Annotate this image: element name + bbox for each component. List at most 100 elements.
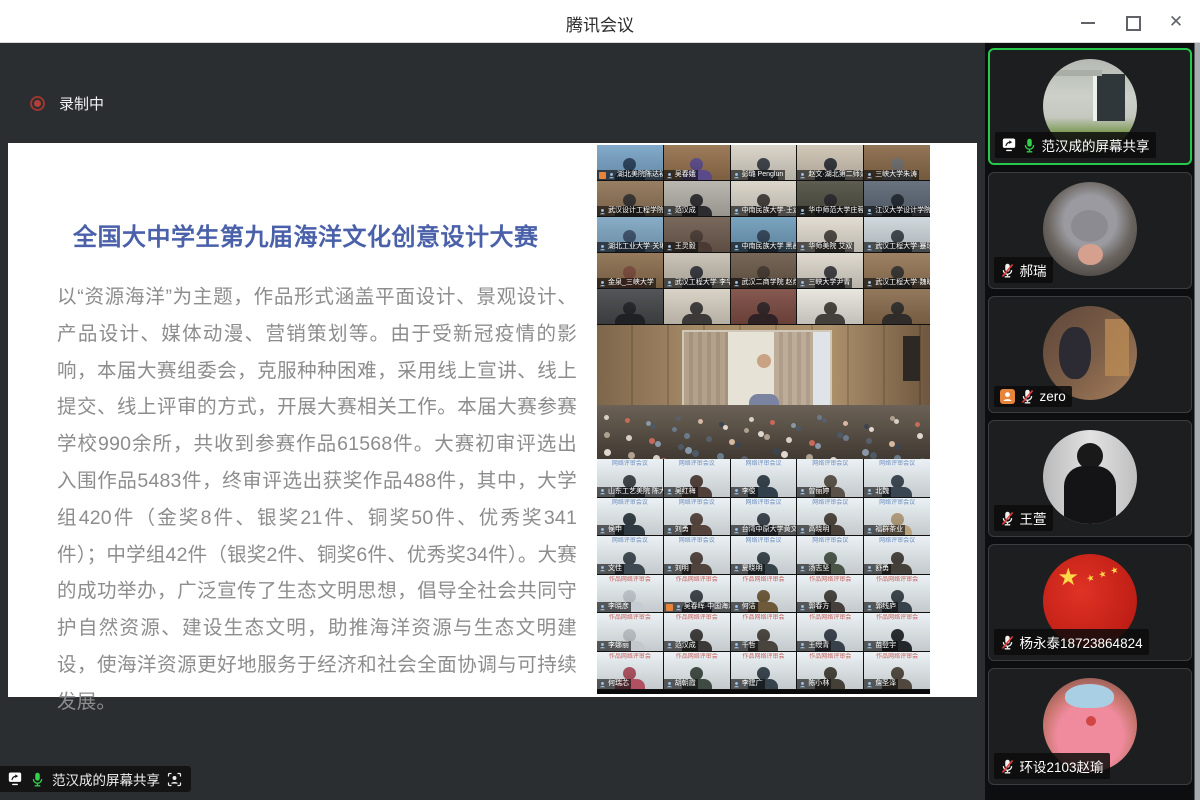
wall-tile: 作品网络评审会胡朝霞 (664, 652, 730, 690)
participant-avatar (1043, 182, 1137, 276)
tile-shade (664, 289, 730, 324)
wall-tile-label: 郭春方 (797, 602, 831, 612)
wall-tile-name: 刘明 (675, 564, 689, 574)
audience-head (604, 415, 609, 420)
person-icon (599, 565, 606, 572)
participant-tile-6[interactable]: 环设2103赵瑜 (988, 668, 1192, 785)
participant-tile-2[interactable]: 郝瑞 (988, 172, 1192, 289)
tile-backdrop-text: 网络评审会议 (664, 460, 730, 468)
audience-head (862, 449, 869, 456)
person-icon (666, 681, 673, 688)
wall-tile: 网络评审会议台湾中原大学黄文宗 (731, 498, 797, 536)
wall-tile-label: 武汉设计工程学院·王.. (597, 206, 663, 216)
wall-tile (664, 289, 730, 324)
audience (597, 405, 930, 459)
tile-backdrop-text: 网络评审会议 (731, 460, 797, 468)
wall-tile-label: 汤志坚 (797, 564, 831, 574)
wall-tile-name: 何洁 (742, 602, 756, 612)
person-icon (599, 681, 606, 688)
screen-share-banner[interactable]: 范汉成的屏幕共享 (0, 766, 191, 792)
audience-head (822, 418, 827, 423)
wall-tile: 武汉工程大学·李华卫 (664, 253, 730, 288)
person-icon (799, 604, 806, 611)
minimize-icon[interactable] (1080, 14, 1096, 30)
person-icon (866, 280, 873, 287)
wall-tile: 华中师范大学庄蓉 (797, 181, 863, 216)
person-icon (866, 172, 873, 179)
wall-tile-name: 武汉设计工程学院·王.. (608, 206, 663, 216)
wall-tile-label: 武汉工程大学·魏晗 (864, 278, 930, 288)
wall-tile: 华师美院 艾双 (797, 217, 863, 252)
audience-head (773, 448, 780, 455)
video-wall-bottom-grid: 网络评审会议山东工艺美院 陈大翔网络评审会议吴红梅网络评审会议李俊网络评审会议曾… (597, 459, 930, 690)
person-icon (599, 527, 606, 534)
wall-tile: 作品网络评审会苗登宇 (864, 613, 930, 651)
person-icon (799, 527, 806, 534)
participant-tile-1[interactable]: 范汉成的屏幕共享 (988, 48, 1192, 165)
tile-backdrop-text: 作品网络评审会 (797, 653, 863, 661)
tile-backdrop-text: 网络评审会议 (797, 537, 863, 545)
tile-shade (864, 289, 930, 324)
participant-name: 杨永泰18723864824 (1020, 632, 1143, 652)
wall-tile-label: 王绶青 (797, 641, 831, 651)
tile-backdrop-text: 作品网络评审会 (597, 614, 663, 622)
wall-tile-name: 舒勇 (875, 564, 889, 574)
wall-tile: 作品网络评审会何瑞芯 (597, 652, 663, 690)
wall-tile-label: 赵文·湖北第二师范.. (797, 170, 863, 180)
mic-muted-icon (1000, 635, 1015, 650)
person-icon (666, 172, 673, 179)
participants-sidebar: 范汉成的屏幕共享郝瑞 zero 王萱杨永泰18723864824 环设2103赵瑜 (985, 43, 1200, 800)
wall-tile-name: 曾丽婷 (808, 487, 829, 497)
audience-head (744, 428, 749, 433)
wall-tile-label: 胡朝霞 (664, 679, 698, 689)
wall-tile: 王灵毅 (664, 217, 730, 252)
person-icon (599, 280, 606, 287)
person-icon (666, 280, 673, 287)
participant-tile-4[interactable]: 王萱 (988, 420, 1192, 537)
participant-name: 王萱 (1020, 508, 1047, 528)
sidebar-scrollbar[interactable] (1194, 43, 1200, 800)
close-icon[interactable]: ✕ (1168, 14, 1184, 30)
wall-tile-name: 江汉大学设计学院·卢.. (875, 206, 930, 216)
person-icon (866, 681, 873, 688)
wall-tile: 彭璐 Penglun (731, 145, 797, 180)
window-controls: ✕ (1080, 0, 1184, 43)
wall-tile-name: 高晓明 (808, 525, 829, 535)
wall-tile-label: 郭线庐 (864, 602, 898, 612)
tile-backdrop-text: 网络评审会议 (664, 537, 730, 545)
main-area: 录制中 全国大中学生第九届海洋文化创意设计大赛 以“资源海洋”为主题，作品形式涵… (0, 43, 1200, 800)
tile-backdrop-text: 网络评审会议 (597, 537, 663, 545)
tile-backdrop-text: 网络评审会议 (664, 499, 730, 507)
maximize-icon[interactable] (1124, 14, 1140, 30)
titlebar: 腾讯会议 ✕ (0, 0, 1200, 43)
audience-head (809, 440, 815, 446)
wall-tile-label: 曾丽婷 (797, 487, 831, 497)
person-icon (733, 280, 740, 287)
wall-tile-label: 何洁 (731, 602, 758, 612)
tile-backdrop-text: 作品网络评审会 (797, 614, 863, 622)
person-icon (599, 244, 606, 251)
wall-tile (731, 289, 797, 324)
wall-tile (864, 289, 930, 324)
wall-tile-name: 中南民族大学 黑晨曦 (742, 242, 797, 252)
wall-tile-name: 王绶青 (808, 641, 829, 651)
wall-tile-label: 吴红梅 (664, 487, 698, 497)
wall-tile: 网络评审会议舒勇 (864, 536, 930, 574)
participant-tile-3[interactable]: zero (988, 296, 1192, 413)
person-icon (799, 172, 806, 179)
wall-tile-name: 文佳 (608, 564, 622, 574)
audience-head (917, 433, 923, 439)
wall-tile-name: 台湾中原大学黄文宗 (742, 525, 797, 535)
mic-muted-icon (1000, 759, 1015, 774)
wall-tile: 作品网络评审会詹圣泽 (864, 652, 930, 690)
wall-tile-name: 王灵毅 (675, 242, 696, 252)
participant-name: 郝瑞 (1020, 260, 1047, 280)
wall-tile: 范汉成 (664, 181, 730, 216)
person-icon (599, 604, 606, 611)
recording-indicator[interactable]: 录制中 (30, 93, 104, 114)
participant-tile-5[interactable]: 杨永泰18723864824 (988, 544, 1192, 661)
audience-head (723, 425, 728, 430)
audience-head (678, 444, 684, 450)
wall-tile: 湖北工业大学·关琳 (597, 217, 663, 252)
tile-backdrop-text: 作品网络评审会 (597, 576, 663, 584)
